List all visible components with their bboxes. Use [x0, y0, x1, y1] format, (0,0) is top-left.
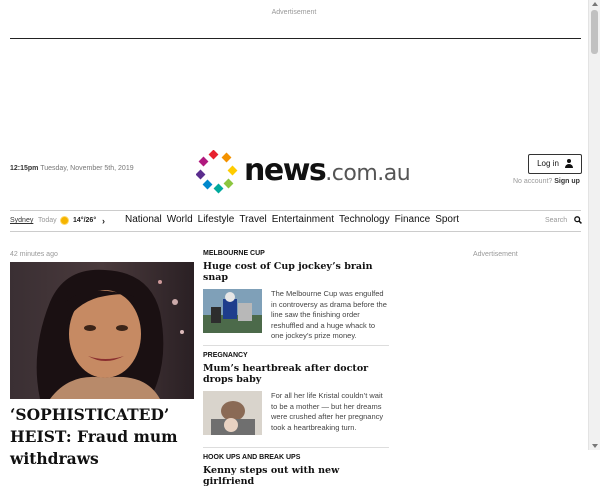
story-kicker[interactable]: PREGNANCY	[203, 352, 389, 359]
nav-items: National World Lifestyle Travel Entertai…	[125, 214, 464, 225]
scrollbar-thumb[interactable]	[591, 10, 598, 54]
hero-image[interactable]	[10, 262, 194, 399]
weather-today-label: Today	[38, 217, 57, 224]
story-thumbnail[interactable]	[203, 391, 262, 435]
login-label: Log in	[537, 159, 559, 168]
top-ad-label: Advertisement	[271, 9, 317, 16]
no-account-text: No account?	[513, 178, 555, 185]
main-nav: Sydney Today 14°/26° › National World Li…	[10, 210, 582, 232]
weather-city[interactable]: Sydney	[10, 217, 33, 224]
nav-item-travel[interactable]: Travel	[239, 214, 266, 225]
scroll-up-arrow-icon[interactable]	[592, 2, 598, 6]
logo-main: news	[244, 153, 327, 188]
nav-item-national[interactable]: National	[125, 214, 162, 225]
story-divider	[203, 345, 389, 346]
top-ad-divider	[10, 38, 581, 39]
current-time: 12:15pm	[10, 165, 39, 172]
story-headline[interactable]: Huge cost of Cup jockey’s brain snap	[203, 261, 389, 283]
story-list: MELBOURNE CUP Huge cost of Cup jockey’s …	[203, 250, 389, 487]
hero-timestamp: 42 minutes ago	[10, 251, 58, 258]
hero-photo-illustration	[10, 262, 194, 399]
story-thumbnail[interactable]	[203, 289, 262, 333]
nav-item-finance[interactable]: Finance	[395, 214, 431, 225]
story-item[interactable]: MELBOURNE CUP Huge cost of Cup jockey’s …	[203, 250, 389, 341]
logo-domain: .com.au	[325, 161, 411, 186]
weather-temp: 14°/26°	[73, 217, 97, 224]
current-date: Tuesday, November 5th, 2019	[38, 165, 134, 172]
story-kicker[interactable]: HOOK UPS AND BREAK UPS	[203, 454, 389, 461]
story-item[interactable]: HOOK UPS AND BREAK UPS Kenny steps out w…	[203, 454, 389, 487]
signup-link[interactable]: Sign up	[554, 178, 580, 185]
nav-item-lifestyle[interactable]: Lifestyle	[198, 214, 235, 225]
story-divider	[203, 447, 389, 448]
search-label[interactable]: Search	[545, 217, 567, 224]
jockey-photo-illustration	[203, 289, 262, 333]
story-headline[interactable]: Mum’s heartbreak after doctor drops baby	[203, 363, 389, 385]
baby-photo-illustration	[203, 391, 262, 435]
nav-item-sport[interactable]: Sport	[435, 214, 459, 225]
search-icon[interactable]	[574, 216, 582, 224]
user-icon	[564, 159, 573, 169]
scroll-down-arrow-icon[interactable]	[592, 444, 598, 448]
hero-headline[interactable]: ‘SOPHISTICATED’ HEIST: Fraud mum withdra…	[10, 404, 200, 470]
logo-dots-icon	[196, 150, 238, 194]
page-scrollbar[interactable]	[588, 0, 600, 450]
site-logo[interactable]: news.com.au	[196, 150, 411, 194]
login-button[interactable]: Log in	[528, 154, 582, 174]
right-ad-label: Advertisement	[473, 251, 518, 258]
chevron-right-icon[interactable]: ›	[102, 216, 105, 226]
story-kicker[interactable]: MELBOURNE CUP	[203, 250, 389, 257]
logo-wordmark: news.com.au	[244, 153, 411, 188]
masthead: 12:15pm Tuesday, November 5th, 2019 news…	[0, 140, 588, 200]
top-advertisement[interactable]: Advertisement	[0, 0, 588, 40]
signup-prompt: No account? Sign up	[513, 178, 580, 185]
sun-icon	[61, 217, 68, 224]
date-time: 12:15pm Tuesday, November 5th, 2019	[10, 165, 134, 172]
nav-item-entertainment[interactable]: Entertainment	[272, 214, 334, 225]
nav-item-world[interactable]: World	[167, 214, 193, 225]
story-summary: The Melbourne Cup was engulfed in contro…	[271, 289, 387, 340]
story-summary: For all her life Kristal couldn’t wait t…	[271, 391, 384, 432]
nav-item-technology[interactable]: Technology	[339, 214, 390, 225]
story-item[interactable]: PREGNANCY Mum’s heartbreak after doctor …	[203, 352, 389, 443]
story-headline[interactable]: Kenny steps out with new girlfriend	[203, 465, 389, 487]
